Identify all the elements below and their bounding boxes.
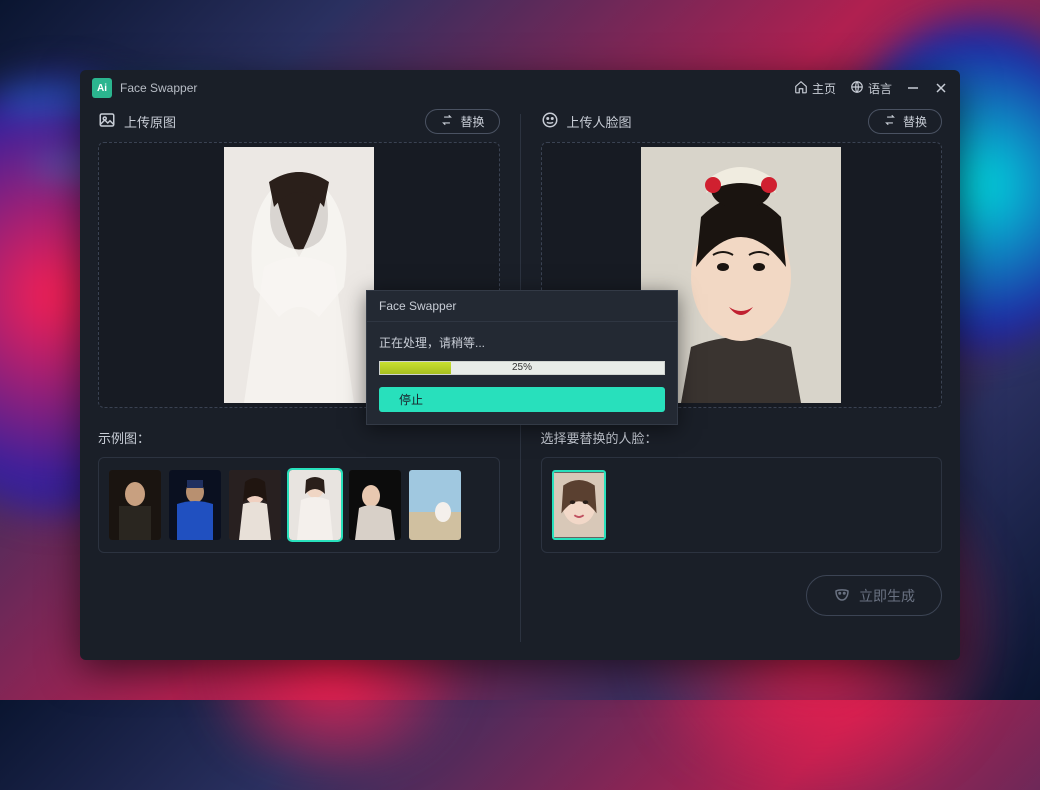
upload-original-label: 上传原图 (124, 112, 176, 131)
app-window: Ai Face Swapper 主页 语言 (80, 70, 960, 660)
replace-original-button[interactable]: 替换 (425, 109, 499, 134)
replace-face-button[interactable]: 替换 (868, 109, 942, 134)
dialog-title: Face Swapper (367, 291, 677, 322)
image-icon (98, 111, 116, 132)
example-thumb[interactable] (109, 470, 161, 540)
progress-dialog: Face Swapper 正在处理，请稍等... 25% 停止 (366, 290, 678, 425)
example-thumb[interactable] (289, 470, 341, 540)
home-icon (794, 80, 808, 97)
face-icon (541, 111, 559, 132)
generate-button[interactable]: 立即生成 (806, 575, 942, 616)
upload-face-label: 上传人脸图 (567, 112, 632, 131)
replace-original-label: 替换 (460, 113, 484, 130)
example-thumb[interactable] (349, 470, 401, 540)
home-link[interactable]: 主页 (794, 80, 836, 97)
home-label: 主页 (812, 80, 836, 97)
mask-icon (833, 585, 851, 606)
dialog-message: 正在处理，请稍等... (379, 334, 665, 351)
example-thumbnails (98, 457, 500, 553)
generate-label: 立即生成 (859, 586, 915, 606)
language-label: 语言 (868, 80, 892, 97)
detected-faces (541, 457, 943, 553)
example-thumb[interactable] (169, 470, 221, 540)
example-thumb[interactable] (229, 470, 281, 540)
progress-text: 25% (380, 362, 664, 374)
swap-icon (440, 113, 454, 130)
stop-button[interactable]: 停止 (379, 387, 665, 412)
swap-icon (883, 113, 897, 130)
close-button[interactable] (934, 81, 948, 95)
replace-face-label: 替换 (903, 113, 927, 130)
original-preview (224, 147, 374, 403)
progress-bar: 25% (379, 361, 665, 375)
titlebar: Ai Face Swapper 主页 语言 (80, 70, 960, 106)
globe-icon (850, 80, 864, 97)
example-thumb[interactable] (409, 470, 461, 540)
minimize-button[interactable] (906, 81, 920, 95)
app-title: Face Swapper (120, 81, 197, 95)
examples-label: 示例图： (98, 428, 500, 447)
app-logo: Ai (92, 78, 112, 98)
detected-face[interactable] (552, 470, 606, 540)
select-face-label: 选择要替换的人脸： (541, 428, 943, 447)
language-link[interactable]: 语言 (850, 80, 892, 97)
